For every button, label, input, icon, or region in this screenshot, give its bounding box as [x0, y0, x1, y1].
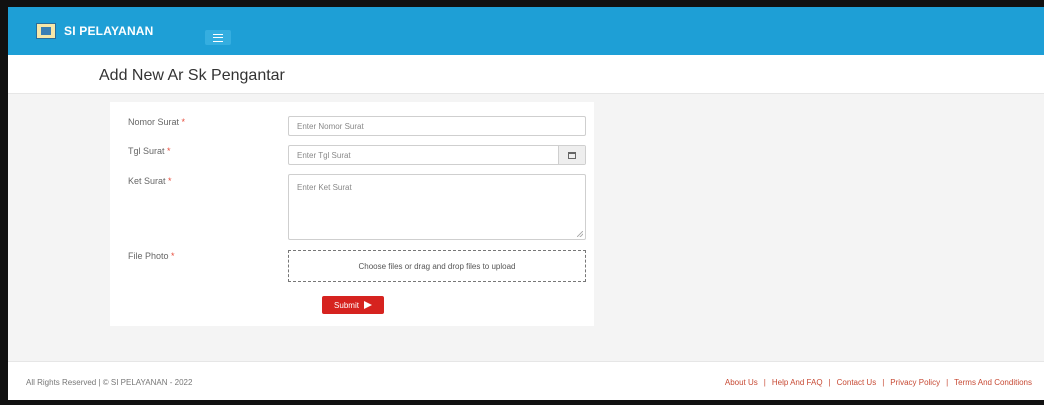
nomor-surat-label: Nomor Surat *: [128, 117, 185, 127]
label-text: Tgl Surat: [128, 146, 165, 156]
label-text: Nomor Surat: [128, 117, 180, 127]
footer-separator: |: [882, 378, 885, 387]
page-title: Add New Ar Sk Pengantar: [99, 67, 285, 84]
resize-handle-icon[interactable]: [577, 231, 583, 237]
file-photo-label: File Photo *: [128, 251, 175, 261]
required-marker: *: [167, 146, 171, 156]
hamburger-icon: [213, 33, 223, 42]
calendar-icon: [568, 151, 576, 159]
required-marker: *: [181, 117, 186, 127]
footer-separator: |: [763, 378, 766, 387]
date-picker-button[interactable]: [558, 146, 585, 164]
footer-link-contact-us[interactable]: Contact Us: [837, 378, 877, 387]
footer-link-terms[interactable]: Terms And Conditions: [954, 378, 1032, 387]
required-marker: *: [168, 176, 172, 186]
tgl-surat-input[interactable]: Enter Tgl Surat: [288, 145, 586, 165]
tgl-surat-placeholder: Enter Tgl Surat: [297, 150, 351, 160]
dropzone-text: Choose files or drag and drop files to u…: [358, 261, 516, 271]
submit-button[interactable]: Submit: [322, 296, 384, 314]
tgl-surat-label: Tgl Surat *: [128, 146, 171, 156]
footer-separator: |: [946, 378, 949, 387]
footer-separator: |: [828, 378, 831, 387]
nomor-surat-placeholder: Enter Nomor Surat: [297, 121, 364, 131]
send-icon: [363, 301, 372, 309]
app-window: SI PELAYANAN Add New Ar Sk Pengantar Nom…: [8, 7, 1044, 400]
nomor-surat-input[interactable]: Enter Nomor Surat: [288, 116, 586, 136]
menu-toggle-button[interactable]: [205, 30, 231, 45]
brand-name: SI PELAYANAN: [64, 24, 154, 38]
footer-link-privacy-policy[interactable]: Privacy Policy: [890, 378, 940, 387]
ket-surat-textarea[interactable]: Enter Ket Surat: [288, 174, 586, 240]
footer: All Rights Reserved | © SI PELAYANAN - 2…: [8, 361, 1044, 400]
required-marker: *: [171, 251, 175, 261]
copyright-text: All Rights Reserved | © SI PELAYANAN - 2…: [26, 378, 193, 387]
brand[interactable]: SI PELAYANAN: [36, 23, 154, 39]
footer-link-about-us[interactable]: About Us: [725, 378, 758, 387]
label-text: File Photo: [128, 251, 169, 261]
form-card: Nomor Surat * Enter Nomor Surat Tgl Sura…: [110, 102, 594, 326]
ket-surat-label: Ket Surat *: [128, 176, 172, 186]
file-upload-dropzone[interactable]: Choose files or drag and drop files to u…: [288, 250, 586, 282]
ket-surat-placeholder: Enter Ket Surat: [297, 183, 352, 192]
submit-label: Submit: [334, 300, 359, 310]
page-header: Add New Ar Sk Pengantar: [8, 55, 1044, 94]
app-logo-icon: [36, 23, 56, 39]
top-navbar: SI PELAYANAN: [8, 7, 1044, 55]
label-text: Ket Surat: [128, 176, 166, 186]
footer-links: About Us | Help And FAQ | Contact Us | P…: [725, 378, 1032, 387]
footer-link-help-faq[interactable]: Help And FAQ: [772, 378, 823, 387]
